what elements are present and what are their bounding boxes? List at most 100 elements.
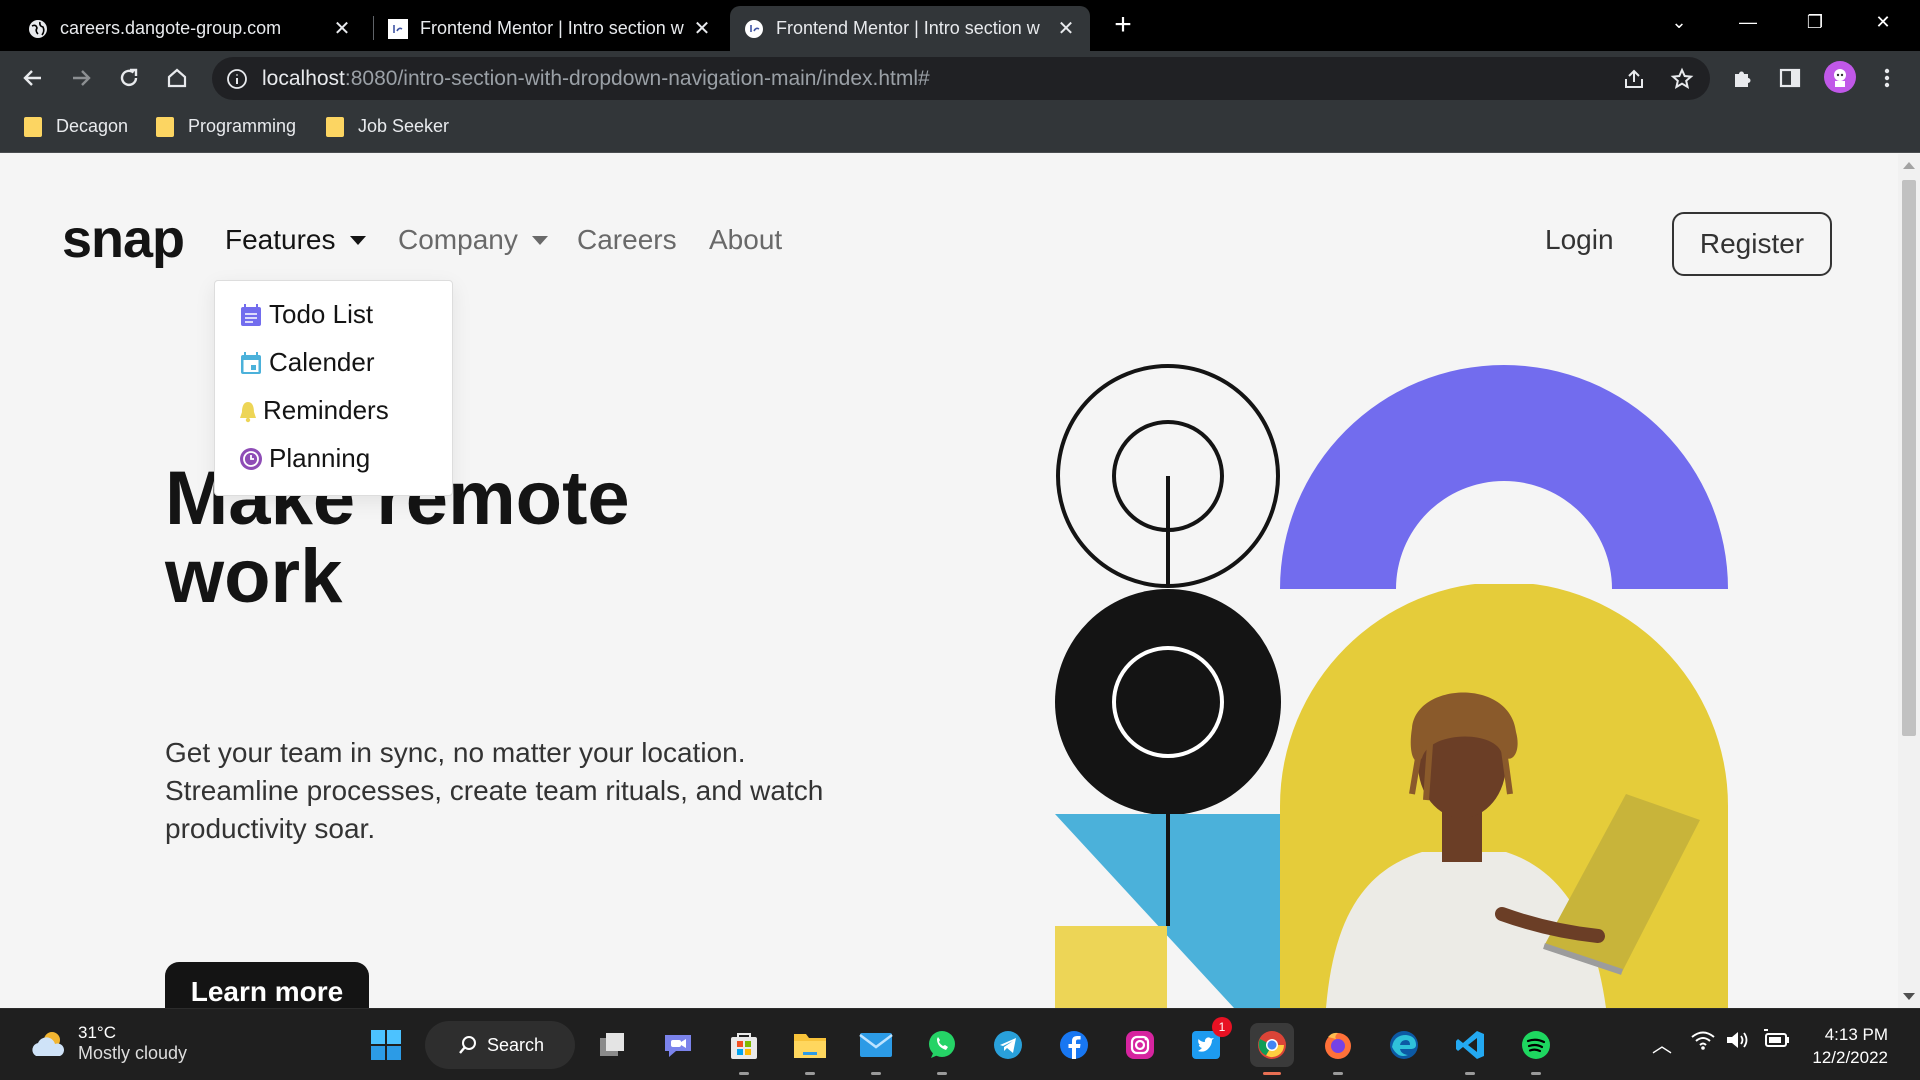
firefox-icon bbox=[1325, 1032, 1351, 1059]
clock-date: 12/2/2022 bbox=[1812, 1048, 1888, 1067]
back-button[interactable] bbox=[16, 61, 50, 95]
mail-icon bbox=[859, 1033, 893, 1057]
twitter-button[interactable]: 1 bbox=[1184, 1017, 1232, 1067]
purple-arch-shape bbox=[1280, 365, 1728, 589]
scrollbar-thumb[interactable] bbox=[1902, 180, 1916, 736]
instagram-button[interactable] bbox=[1118, 1023, 1162, 1067]
task-view-icon bbox=[600, 1033, 624, 1056]
browser-menu-button[interactable] bbox=[1870, 61, 1904, 95]
system-clock[interactable]: 4:13 PM 12/2/2022 bbox=[1808, 1023, 1888, 1069]
edge-icon bbox=[1390, 1031, 1418, 1059]
side-panel-icon bbox=[1779, 68, 1801, 88]
url-text: localhost:8080/intro-section-with-dropdo… bbox=[262, 67, 930, 90]
puzzle-icon bbox=[1735, 71, 1751, 87]
address-bar[interactable]: localhost:8080/intro-section-with-dropdo… bbox=[212, 57, 1710, 100]
weather-description: Mostly cloudy bbox=[78, 1043, 188, 1063]
spotify-icon bbox=[1522, 1031, 1550, 1059]
microsoft-store-button[interactable] bbox=[722, 1023, 766, 1075]
nav-features[interactable]: Features bbox=[225, 224, 366, 256]
bookmark-programming[interactable]: Programming bbox=[156, 116, 296, 137]
scroll-down-icon[interactable] bbox=[1903, 993, 1915, 1000]
site-logo[interactable]: snap bbox=[62, 208, 185, 270]
dropdown-item-todo-list[interactable]: Todo List bbox=[239, 299, 373, 330]
firefox-button[interactable] bbox=[1316, 1023, 1360, 1075]
tab-search-chevron-icon[interactable]: ⌄ bbox=[1656, 6, 1702, 38]
caret-down-icon bbox=[531, 235, 548, 245]
frontend-mentor-icon bbox=[745, 19, 763, 38]
bookmark-decagon[interactable]: Decagon bbox=[24, 116, 128, 137]
file-explorer-button[interactable] bbox=[788, 1023, 832, 1075]
folder-icon bbox=[326, 116, 344, 137]
new-tab-button[interactable]: + bbox=[1108, 10, 1138, 40]
spotify-button[interactable] bbox=[1514, 1023, 1558, 1075]
dropdown-item-planning[interactable]: Planning bbox=[239, 443, 370, 474]
start-button[interactable] bbox=[364, 1023, 408, 1067]
tab-title: careers.dangote-group.com bbox=[60, 18, 282, 38]
vscode-icon bbox=[1456, 1031, 1484, 1059]
instagram-icon bbox=[1126, 1031, 1154, 1059]
share-icon[interactable] bbox=[1620, 65, 1648, 93]
chrome-button[interactable] bbox=[1250, 1023, 1294, 1075]
home-button[interactable] bbox=[160, 61, 194, 95]
browser-tab-2[interactable]: Frontend Mentor | Intro section w ✕ bbox=[374, 6, 726, 51]
side-panel-button[interactable] bbox=[1773, 61, 1807, 95]
taskbar-search[interactable]: Search bbox=[425, 1021, 575, 1069]
page-scrollbar[interactable] bbox=[1898, 154, 1920, 1008]
weather-widget[interactable]: 31°C Mostly cloudy bbox=[28, 1023, 187, 1064]
windows-taskbar: 31°C Mostly cloudy Search 1 ︿ 4:13 PM 12… bbox=[0, 1008, 1920, 1080]
edge-button[interactable] bbox=[1382, 1023, 1426, 1067]
browser-tab-3-active[interactable]: Frontend Mentor | Intro section w ✕ bbox=[730, 6, 1090, 51]
battery-icon[interactable] bbox=[1762, 1029, 1790, 1057]
forward-button[interactable] bbox=[64, 61, 98, 95]
restore-button[interactable]: ❐ bbox=[1792, 6, 1838, 38]
tab-title: Frontend Mentor | Intro section w bbox=[420, 18, 684, 38]
running-indicator bbox=[1333, 1072, 1343, 1075]
clock-icon bbox=[240, 447, 262, 470]
whatsapp-button[interactable] bbox=[920, 1023, 964, 1075]
reload-button[interactable] bbox=[112, 61, 146, 95]
dropdown-item-label: Planning bbox=[269, 443, 371, 473]
running-indicator bbox=[1531, 1072, 1541, 1075]
dropdown-item-calender[interactable]: Calender bbox=[239, 347, 375, 378]
facebook-button[interactable] bbox=[1052, 1023, 1096, 1067]
nav-about[interactable]: About bbox=[709, 224, 782, 256]
caret-down-icon bbox=[349, 235, 366, 245]
task-view-button[interactable] bbox=[590, 1023, 634, 1067]
close-tab-icon[interactable]: ✕ bbox=[690, 16, 714, 41]
vscode-button[interactable] bbox=[1448, 1023, 1492, 1075]
minimize-button[interactable]: — bbox=[1725, 6, 1771, 38]
info-icon[interactable] bbox=[226, 68, 248, 90]
nav-careers[interactable]: Careers bbox=[577, 224, 677, 256]
bookmark-job-seeker[interactable]: Job Seeker bbox=[326, 116, 449, 137]
show-hidden-icons-chevron-icon[interactable]: ︿ bbox=[1652, 1029, 1672, 1058]
weather-temperature: 31°C bbox=[78, 1023, 116, 1042]
bookmark-label: Decagon bbox=[56, 116, 129, 136]
teams-chat-button[interactable] bbox=[656, 1023, 700, 1067]
running-indicator bbox=[871, 1072, 881, 1075]
facebook-icon bbox=[1060, 1031, 1088, 1059]
learn-more-button[interactable]: Learn more bbox=[165, 962, 369, 1008]
dropdown-item-reminders[interactable]: Reminders bbox=[239, 395, 389, 426]
close-window-button[interactable]: ✕ bbox=[1860, 6, 1906, 38]
bookmark-star-icon[interactable] bbox=[1668, 65, 1696, 93]
mail-button[interactable] bbox=[854, 1023, 898, 1075]
browser-tab-bar: careers.dangote-group.com ✕ Frontend Men… bbox=[0, 0, 1920, 51]
volume-icon[interactable] bbox=[1725, 1029, 1751, 1057]
close-tab-icon[interactable]: ✕ bbox=[330, 16, 354, 41]
whatsapp-icon bbox=[929, 1031, 955, 1058]
nav-company[interactable]: Company bbox=[398, 224, 548, 256]
scroll-up-icon[interactable] bbox=[1903, 162, 1915, 169]
profile-avatar[interactable] bbox=[1824, 61, 1856, 93]
notification-badge: 1 bbox=[1212, 1017, 1232, 1037]
telegram-button[interactable] bbox=[986, 1023, 1030, 1067]
home-icon bbox=[167, 68, 187, 88]
close-tab-icon[interactable]: ✕ bbox=[1054, 16, 1078, 41]
running-indicator bbox=[1465, 1072, 1475, 1075]
extensions-button[interactable] bbox=[1725, 61, 1759, 95]
windows-logo-icon bbox=[371, 1030, 401, 1060]
browser-tab-1[interactable]: careers.dangote-group.com ✕ bbox=[14, 6, 366, 51]
todo-list-icon bbox=[241, 303, 261, 326]
wifi-icon[interactable] bbox=[1690, 1029, 1716, 1057]
hero-title-line: work bbox=[165, 534, 343, 619]
bell-icon bbox=[240, 401, 256, 422]
